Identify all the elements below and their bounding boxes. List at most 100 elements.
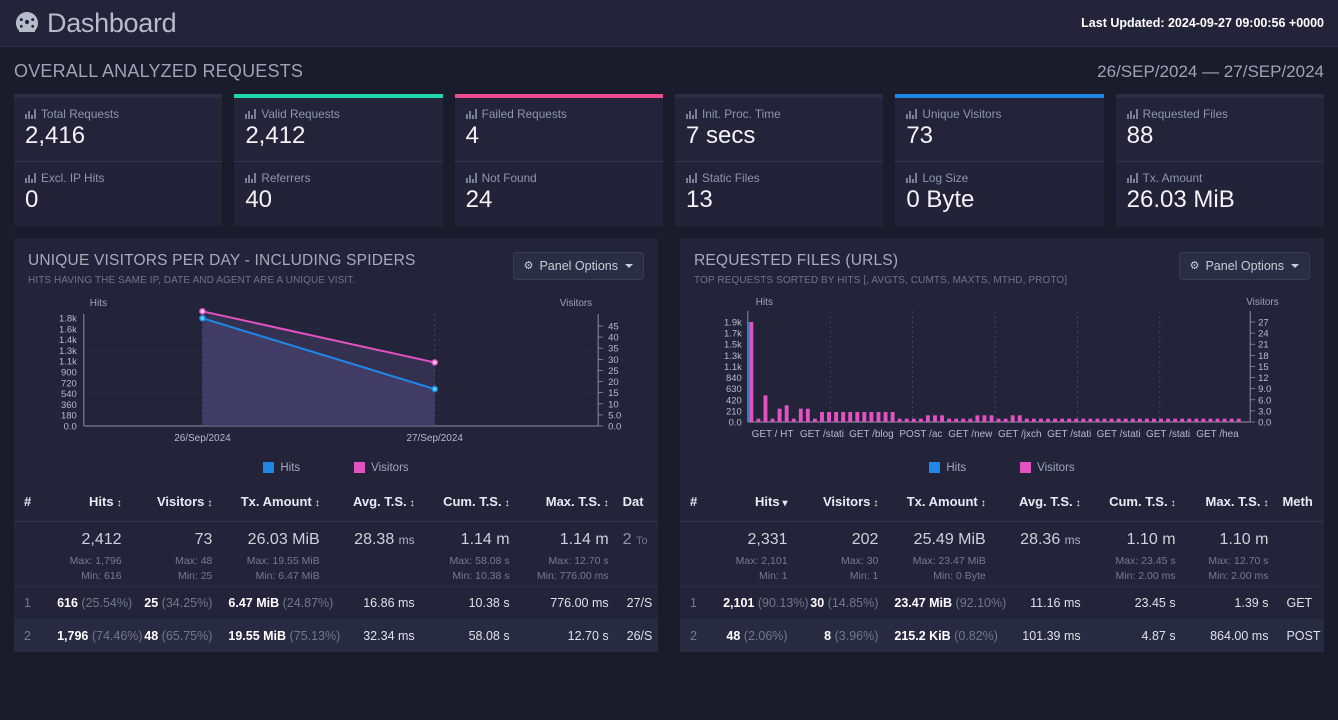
table-header-row: # Hits ↕ Visitors ↕ Tx. Amount ↕ Avg. T.S. ↕… [14, 481, 658, 522]
svg-text:9.0: 9.0 [1258, 384, 1271, 395]
col-max-ts[interactable]: Max. T.S. ↕ [1183, 481, 1277, 522]
sort-icon: ↕ [1170, 497, 1176, 509]
legend-item-visitors[interactable]: Visitors [354, 462, 409, 474]
svg-text:840: 840 [726, 373, 742, 384]
table-row[interactable]: 2 48 (2.06%) 8 (3.96%) 215.2 KiB (0.82%) 101… [680, 619, 1324, 653]
table-row[interactable]: 1 616 (25.54%) 25 (34.25%) 6.47 MiB (24.87%… [14, 586, 658, 620]
svg-text:25: 25 [608, 366, 619, 377]
svg-text:Hits: Hits [90, 298, 107, 309]
sort-icon: ↕ [980, 497, 986, 509]
panel-options-button[interactable]: ⚙ Panel Options [1178, 251, 1310, 280]
bar-chart-icon [465, 172, 477, 183]
kpi-column: Failed Requests 4 Not Found 24 [454, 94, 663, 226]
table-row[interactable]: 2 1,796 (74.46%) 48 (65.75%) 19.55 MiB (75.… [14, 619, 658, 653]
table-wrapper-right: # Hits ▾ Visitors ↕ Tx. Amount ↕ Avg. T.S. ↕… [680, 481, 1324, 653]
kpi-label: Total Requests [25, 107, 211, 121]
panels-row: UNIQUE VISITORS PER DAY - INCLUDING SPID… [0, 226, 1338, 653]
svg-text:210: 210 [726, 406, 742, 417]
row-avg-ts: 32.34 ms [327, 619, 423, 653]
table-head: # Hits ▾ Visitors ↕ Tx. Amount ↕ Avg. T.S. ↕… [680, 481, 1324, 522]
sort-icon: ↕ [207, 497, 213, 509]
panel-options-button[interactable]: ⚙ Panel Options [512, 251, 644, 280]
svg-text:27: 27 [1258, 317, 1269, 328]
kpi-column: Init. Proc. Time 7 secs Static Files 13 [674, 94, 884, 226]
svg-text:1.7k: 1.7k [724, 328, 742, 339]
col-max-ts[interactable]: Max. T.S. ↕ [517, 481, 617, 522]
legend-item-hits[interactable]: Hits [929, 462, 966, 474]
col-hits[interactable]: Hits ↕ [49, 481, 130, 522]
row-avg-ts: 16.86 ms [327, 586, 423, 620]
panel-title: REQUESTED FILES (URLS) [694, 251, 899, 269]
svg-text:GET /new: GET /new [948, 429, 993, 440]
col-tx-amount[interactable]: Tx. Amount ↕ [886, 481, 994, 522]
row-hits: 48 (2.06%) [715, 619, 796, 653]
bar-chart-icon [906, 172, 918, 183]
kpi-card: Requested Files 88 [1115, 94, 1324, 161]
bar-chart-requested-files[interactable]: Hits Visitors 1.9k 1.7k 1.5k 1.3k 1.1k 840 630 42… [680, 292, 1324, 460]
col-avg-ts[interactable]: Avg. T.S. ↕ [993, 481, 1089, 522]
svg-text:1.8k: 1.8k [59, 313, 77, 324]
dashboard-gauge-icon [14, 10, 40, 36]
svg-text:15: 15 [1258, 362, 1269, 373]
row-tx-amount: 23.47 MiB (92.10%) [886, 586, 1006, 620]
svg-text:Hits: Hits [756, 297, 773, 308]
gear-icon: ⚙ [1189, 260, 1200, 273]
kpi-value: 2,412 [245, 122, 306, 149]
col-tx-amount[interactable]: Tx. Amount ↕ [220, 481, 328, 522]
bar-chart-icon [685, 109, 697, 119]
svg-text:35: 35 [608, 344, 619, 355]
table-row[interactable]: 1 2,101 (90.13%) 30 (14.85%) 23.47 MiB (92.… [680, 586, 1324, 620]
summary-max-ts: 1.10 m Max: 12.70 s Min: 2.00 ms [1208, 530, 1269, 583]
kpi-card: Referrers 40 [234, 160, 443, 226]
svg-text:1.6k: 1.6k [59, 324, 77, 335]
kpi-value: 0 Byte [906, 185, 975, 213]
panel-unique-visitors-per-day: UNIQUE VISITORS PER DAY - INCLUDING SPID… [14, 237, 658, 653]
legend-label-hits: Hits [946, 461, 967, 474]
kpi-label: Unique Visitors [906, 107, 1092, 121]
row-avg-ts: 101.39 ms [993, 619, 1089, 653]
col-hits[interactable]: Hits ▾ [715, 481, 796, 522]
table-summary-row: 2,331 Max: 2,101 Min: 1 202 Max: 30 Min: 1 25.… [680, 521, 1324, 586]
summary-visitors: 73 Max: 48 Min: 25 [175, 530, 213, 583]
sort-icon: ↕ [603, 497, 609, 509]
table-summary-row: 2,412 Max: 1,796 Min: 616 73 Max: 48 Min: 25 2… [14, 521, 658, 586]
kpi-column: Requested Files 88 Tx. Amount 26.03 MiB [1115, 94, 1324, 226]
legend-item-visitors[interactable]: Visitors [1020, 462, 1075, 474]
row-last-col: GET [1276, 586, 1324, 620]
svg-text:21: 21 [1258, 340, 1269, 351]
col-avg-ts[interactable]: Avg. T.S. ↕ [327, 481, 423, 522]
sort-icon: ↕ [409, 497, 415, 509]
chart-legend: Hits Visitors [14, 460, 658, 482]
col-date[interactable]: Dat [616, 481, 658, 522]
panel-subtitle: TOP REQUESTS SORTED BY HITS [, AVGTS, CU… [694, 274, 1068, 286]
row-visitors: 25 (34.25%) [129, 586, 221, 620]
row-last-col: 26/S [616, 619, 658, 653]
col-method[interactable]: Meth [1276, 481, 1324, 522]
col-visitors[interactable]: Visitors ↕ [129, 481, 221, 522]
kpi-value: 7 secs [685, 122, 756, 149]
svg-text:GET /hea: GET /hea [1196, 429, 1239, 440]
svg-text:630: 630 [726, 384, 742, 395]
legend-item-hits[interactable]: Hits [263, 462, 300, 474]
legend-swatch-visitors [1020, 462, 1032, 474]
row-cum-ts: 23.45 s [1088, 586, 1184, 620]
row-tx-amount: 215.2 KiB (0.82%) [886, 619, 998, 653]
legend-swatch-visitors [354, 462, 366, 474]
bar-chart-icon [25, 172, 36, 183]
overall-title: OVERALL ANALYZED REQUESTS [14, 61, 304, 81]
col-visitors[interactable]: Visitors ↕ [795, 481, 887, 522]
panel-header: UNIQUE VISITORS PER DAY - INCLUDING SPID… [14, 238, 658, 292]
summary-tx-amount: 25.49 MiB Max: 23.47 MiB Min: 0 Byte [912, 530, 986, 583]
kpi-card: Static Files 13 [674, 160, 884, 226]
legend-swatch-hits [263, 462, 275, 474]
row-hits: 2,101 (90.13%) [715, 586, 809, 620]
line-chart-visitors-per-day[interactable]: Hits Visitors 1.8k 1.6k 1.4k 1.3k 1.1k 900 720 54… [14, 292, 658, 460]
panel-subtitle: HITS HAVING THE SAME IP, DATE AND AGENT … [28, 274, 356, 286]
row-index: 1 [680, 586, 716, 620]
summary-last: 2 To [622, 530, 648, 548]
panel-title: UNIQUE VISITORS PER DAY - INCLUDING SPID… [28, 251, 416, 269]
svg-text:GET /jxch: GET /jxch [998, 429, 1042, 440]
col-cum-ts[interactable]: Cum. T.S. ↕ [422, 481, 518, 522]
kpi-column: Unique Visitors 73 Log Size 0 Byte [895, 94, 1104, 226]
col-cum-ts[interactable]: Cum. T.S. ↕ [1088, 481, 1184, 522]
